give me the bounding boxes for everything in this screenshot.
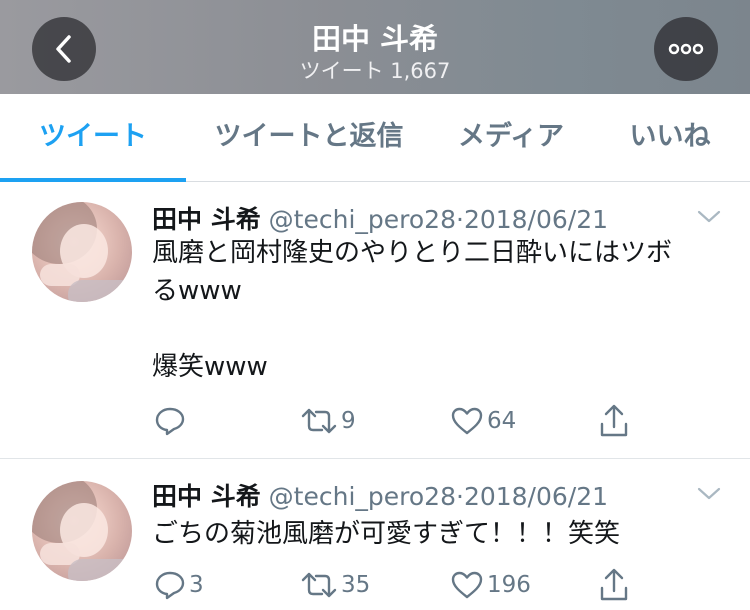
share-button[interactable] bbox=[598, 567, 630, 603]
heart-icon bbox=[451, 571, 483, 599]
more-horizontal-icon bbox=[668, 43, 704, 55]
tweet-count: ツイート 1,667 bbox=[299, 59, 451, 83]
tweet-text-line: るwww bbox=[152, 276, 242, 306]
tweet-header: 田中 斗希 @techi_pero28·2018/06/21 bbox=[152, 200, 608, 236]
reply-count: 3 bbox=[189, 572, 204, 598]
tab-tweets[interactable]: ツイート bbox=[0, 94, 186, 182]
tab-likes[interactable]: いいね bbox=[610, 94, 730, 182]
profile-header: 田中 斗希 ツイート 1,667 bbox=[0, 0, 750, 94]
profile-name: 田中 斗希 bbox=[311, 22, 439, 56]
share-icon bbox=[600, 404, 628, 437]
tweet-date-separator: · bbox=[455, 482, 464, 511]
tweet-actions: 9 64 bbox=[152, 403, 652, 439]
retweet-count: 9 bbox=[341, 408, 356, 434]
tweet-date[interactable]: 2018/06/21 bbox=[464, 205, 608, 234]
retweet-button[interactable]: 9 bbox=[300, 403, 356, 439]
tweet-text: 風磨と岡村隆史のやりとり二日酔いにはツボ るwww 爆笑www bbox=[152, 234, 722, 386]
more-button[interactable] bbox=[654, 17, 718, 81]
chevron-down-icon[interactable] bbox=[696, 485, 722, 503]
tweet-author-handle[interactable]: @techi_pero28 bbox=[269, 205, 456, 234]
reply-button[interactable] bbox=[154, 403, 189, 439]
share-button[interactable] bbox=[598, 403, 630, 439]
tweet-text: ごちの菊池風磨が可愛すぎて！！！笑笑 bbox=[152, 515, 722, 553]
like-count: 64 bbox=[487, 408, 517, 434]
tweet-date[interactable]: 2018/06/21 bbox=[464, 482, 608, 511]
tweet-author-handle[interactable]: @techi_pero28 bbox=[269, 482, 456, 511]
like-button[interactable]: 64 bbox=[450, 403, 516, 439]
retweet-icon bbox=[301, 572, 337, 598]
reply-button[interactable]: 3 bbox=[154, 567, 204, 603]
tweet-text-line: 爆笑www bbox=[152, 352, 268, 382]
like-button[interactable]: 196 bbox=[450, 567, 531, 603]
tab-tweets-and-replies[interactable]: ツイートと返信 bbox=[196, 94, 422, 182]
chevron-down-icon[interactable] bbox=[696, 208, 722, 226]
reply-icon bbox=[155, 571, 185, 600]
avatar[interactable] bbox=[32, 481, 132, 581]
tweet-date-separator: · bbox=[455, 205, 464, 234]
heart-icon bbox=[451, 407, 483, 435]
tweet-author-name[interactable]: 田中 斗希 bbox=[152, 205, 261, 234]
tweet-text-line: 風磨と岡村隆史のやりとり二日酔いにはツボ bbox=[152, 238, 673, 268]
tweet-text-line: ごちの菊池風磨が可愛すぎて！！！笑笑 bbox=[152, 519, 621, 549]
tweet-header: 田中 斗希 @techi_pero28·2018/06/21 bbox=[152, 477, 608, 513]
tweet-author-name[interactable]: 田中 斗希 bbox=[152, 482, 261, 511]
tweet-text-blank-line bbox=[152, 310, 722, 348]
like-count: 196 bbox=[487, 572, 531, 598]
tab-media[interactable]: メディア bbox=[440, 94, 582, 182]
retweet-button[interactable]: 35 bbox=[300, 567, 370, 603]
tweet-actions: 3 35 196 bbox=[152, 567, 652, 603]
tweet-item[interactable]: 田中 斗希 @techi_pero28·2018/06/21 風磨と岡村隆史のや… bbox=[0, 182, 750, 458]
retweet-icon bbox=[301, 408, 337, 434]
tweet-item[interactable]: 田中 斗希 @techi_pero28·2018/06/21 ごちの菊池風磨が可… bbox=[0, 459, 750, 610]
reply-icon bbox=[155, 407, 185, 436]
retweet-count: 35 bbox=[341, 572, 371, 598]
avatar[interactable] bbox=[32, 202, 132, 302]
profile-tabs: ツイート ツイートと返信 メディア いいね bbox=[0, 94, 750, 182]
share-icon bbox=[600, 568, 628, 601]
